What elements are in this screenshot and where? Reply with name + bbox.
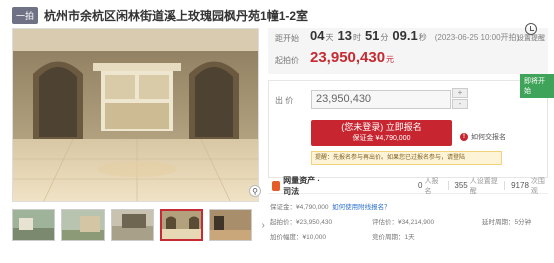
bid-label: 出 价 <box>275 96 294 105</box>
bid-stepper: + - <box>452 88 468 110</box>
reminder-count: 355 <box>454 181 468 190</box>
assess-price-label: 评估价： <box>372 219 398 226</box>
signup-count: 0 <box>418 181 423 190</box>
thumbnail-2[interactable] <box>61 209 105 241</box>
page-title: 杭州市余杭区闲林街道溪上玫瑰园枫丹苑1幢1-2室 <box>44 8 309 23</box>
thumbnail-5[interactable] <box>209 209 253 241</box>
thumbnail-image <box>210 210 252 240</box>
thumbnail-image <box>111 210 153 240</box>
thumbnail-strip: › <box>12 209 268 241</box>
countdown-label: 距开始 <box>275 34 299 43</box>
thumbnail-image <box>161 211 202 239</box>
countdown-hours: 13 <box>337 28 352 43</box>
thumbnail-1[interactable] <box>12 209 56 241</box>
auction-round-badge: 一拍 <box>12 6 39 24</box>
countdown: 04 天 13 时 51 分 09.1 秒 (2023-06-25 10:00开… <box>310 28 519 43</box>
cycle-value: 1天 <box>404 234 415 241</box>
start-price-info: 起拍价：¥23,950,430 <box>270 216 332 226</box>
provider-row: 网量资产 · 司法 0 人报名 355 人设置提醒 9178 次围观 <box>268 175 548 197</box>
bid-amount-input[interactable]: 23,950,430 <box>311 90 451 109</box>
deposit-info: 保证金：¥4,790,000 如何使用附线报名？ <box>270 201 391 211</box>
login-notice: 提醒：先报名参与再出价。如果您已过报名参与，请登陆 <box>311 151 502 165</box>
hall-interior-image <box>13 29 258 201</box>
assess-price-info: 评估价：¥34,214,900 <box>372 216 434 226</box>
countdown-seconds: 09.1 <box>392 28 418 43</box>
deposit-help-link[interactable]: 如何使用附线报名？ <box>332 204 391 211</box>
signup-deposit-label: 保证金 ¥4,790,000 <box>352 135 411 142</box>
start-price-value: 23,950,430 <box>310 49 386 66</box>
countdown-minutes: 51 <box>364 28 380 43</box>
increment-info: 加价幅度：¥10,000 <box>270 231 326 241</box>
magnifier-icon[interactable]: ⚲ <box>249 185 261 197</box>
divider <box>504 181 506 190</box>
set-reminder-label: 设置提醒 <box>517 35 545 42</box>
howto-signup-link[interactable]: ! 如何交报名 <box>460 132 506 142</box>
increase-bid-button[interactable]: + <box>452 88 468 98</box>
countdown-days: 04 <box>310 28 325 43</box>
start-time-note: (2023-06-25 10:00开拍) <box>434 33 520 42</box>
start-price-unit: 元 <box>386 55 394 64</box>
main-photo[interactable] <box>12 28 259 202</box>
deposit-value: ¥4,790,000 <box>296 204 329 211</box>
signup-button-label: (您未登录) 立即报名 <box>341 122 422 132</box>
thumbnail-4-selected[interactable] <box>159 209 204 241</box>
delay-info: 延时周期：5分钟 <box>482 216 531 226</box>
decrease-bid-button[interactable]: - <box>452 99 468 109</box>
increment-value: ¥10,000 <box>302 234 327 241</box>
chevron-right-icon[interactable]: › <box>258 209 268 241</box>
countdown-days-unit: 天 <box>325 33 334 42</box>
start-price-info-label: 起拍价： <box>270 219 296 226</box>
countdown-hours-unit: 时 <box>352 33 361 42</box>
thumbnail-image <box>62 210 104 240</box>
auction-page: 一拍 杭州市余杭区闲林街道溪上玫瑰园枫丹苑1幢1-2室 ⚲ › 距开始 04 天… <box>0 0 554 263</box>
provider-logo-icon <box>272 180 281 191</box>
countdown-seconds-unit: 秒 <box>418 33 427 42</box>
clock-icon <box>525 23 537 35</box>
set-reminder-button[interactable]: 设置提醒 <box>514 23 548 43</box>
deposit-label: 保证金： <box>270 204 296 211</box>
start-price-label: 起拍价 <box>275 56 299 65</box>
signup-button[interactable]: (您未登录) 立即报名 保证金 ¥4,790,000 <box>311 120 452 146</box>
title-bar: 一拍 杭州市余杭区闲林街道溪上玫瑰园枫丹苑1幢1-2室 <box>12 6 308 24</box>
status-badge: 即将开始 <box>520 74 554 98</box>
howto-signup-label: 如何交报名 <box>471 134 506 141</box>
thumbnail-3[interactable] <box>110 209 154 241</box>
delay-label: 延时周期： <box>482 219 515 226</box>
cycle-label: 竞价周期： <box>372 234 405 241</box>
cycle-info: 竞价周期：1天 <box>372 231 415 241</box>
countdown-minutes-unit: 分 <box>380 33 389 42</box>
provider-name[interactable]: 网量资产 · 司法 <box>283 175 328 197</box>
assess-price-value: ¥34,214,900 <box>398 219 435 226</box>
delay-value: 5分钟 <box>514 219 532 226</box>
alert-icon: ! <box>460 133 468 141</box>
divider <box>447 181 449 190</box>
view-count: 9178 <box>511 181 529 190</box>
reminder-count-label: 人设置提醒 <box>469 177 498 195</box>
view-count-label: 次围观 <box>530 177 545 195</box>
increment-label: 加价幅度： <box>270 234 303 241</box>
signup-count-label: 人报名 <box>424 177 439 195</box>
thumbnail-image <box>13 210 55 240</box>
start-price-info-value: ¥23,950,430 <box>296 219 333 226</box>
